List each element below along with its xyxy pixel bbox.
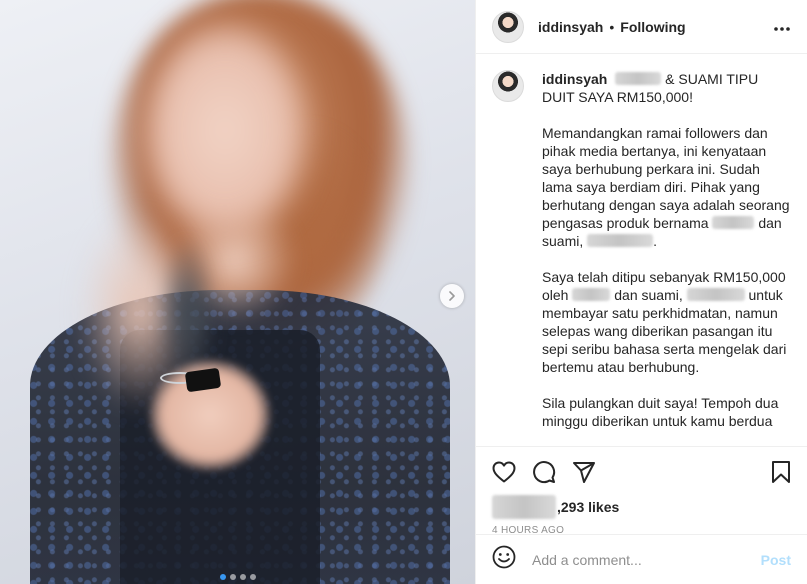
action-icons-row (492, 459, 791, 485)
redacted-name (572, 288, 611, 301)
share-button[interactable] (572, 461, 596, 483)
caption-paragraph-3: Sila pulangkan duit saya! Tempoh dua min… (542, 395, 779, 429)
post-timestamp[interactable]: 4 HOURS AGO (492, 525, 791, 536)
caption-username[interactable]: iddinsyah (542, 71, 607, 87)
likes-text: ,293 likes (557, 499, 620, 515)
header-separator: • (609, 18, 615, 35)
redacted-name (587, 234, 654, 247)
instagram-post: iddinsyah • Following iddinsyah & SUAMI … (0, 0, 807, 584)
redacted-name (615, 72, 662, 85)
header-username[interactable]: iddinsyah (538, 19, 603, 35)
save-button[interactable] (771, 460, 791, 484)
caption-avatar[interactable] (492, 70, 524, 102)
likes-count[interactable]: ,293 likes (492, 495, 791, 519)
carousel-dot (229, 574, 236, 580)
post-comment-button[interactable]: Post (761, 552, 791, 568)
post-header: iddinsyah • Following (476, 0, 807, 54)
avatar[interactable] (492, 10, 524, 43)
carousel-dot (239, 574, 246, 580)
share-icon (573, 462, 595, 483)
heart-icon (492, 461, 516, 483)
redacted-name (686, 288, 745, 301)
post-photo[interactable] (0, 0, 475, 584)
following-button[interactable]: Following (620, 19, 685, 35)
caption-text: iddinsyah & SUAMI TIPU DUIT SAYA RM150,0… (542, 70, 791, 446)
emoji-button[interactable] (492, 545, 516, 574)
comment-button[interactable] (532, 460, 556, 484)
more-options-button[interactable] (773, 16, 791, 37)
comment-input[interactable] (532, 551, 761, 568)
post-actions: ,293 likes 4 HOURS AGO (476, 446, 807, 536)
more-horizontal-icon (774, 27, 790, 31)
photo-face-blurred (140, 20, 310, 240)
caption-paragraph-2-mid: dan suami, (614, 287, 683, 303)
like-button[interactable] (492, 461, 516, 483)
redacted-likes-prefix (492, 495, 556, 519)
carousel-dot (249, 574, 256, 580)
carousel-dots (0, 574, 475, 580)
chevron-right-icon (449, 291, 455, 301)
caption-section: iddinsyah & SUAMI TIPU DUIT SAYA RM150,0… (476, 54, 807, 446)
comment-icon (533, 461, 556, 484)
redacted-name (712, 216, 755, 229)
post-side-panel: iddinsyah • Following iddinsyah & SUAMI … (475, 0, 807, 584)
caption-paragraph-1: Memandangkan ramai followers dan pihak m… (542, 125, 790, 231)
comment-composer: Post (476, 534, 807, 584)
emoji-icon (492, 545, 516, 569)
carousel-dot-active (219, 574, 226, 580)
carousel-next-button[interactable] (440, 284, 464, 308)
caption-paragraph-1-end: . (653, 233, 658, 249)
bookmark-icon (772, 461, 790, 483)
